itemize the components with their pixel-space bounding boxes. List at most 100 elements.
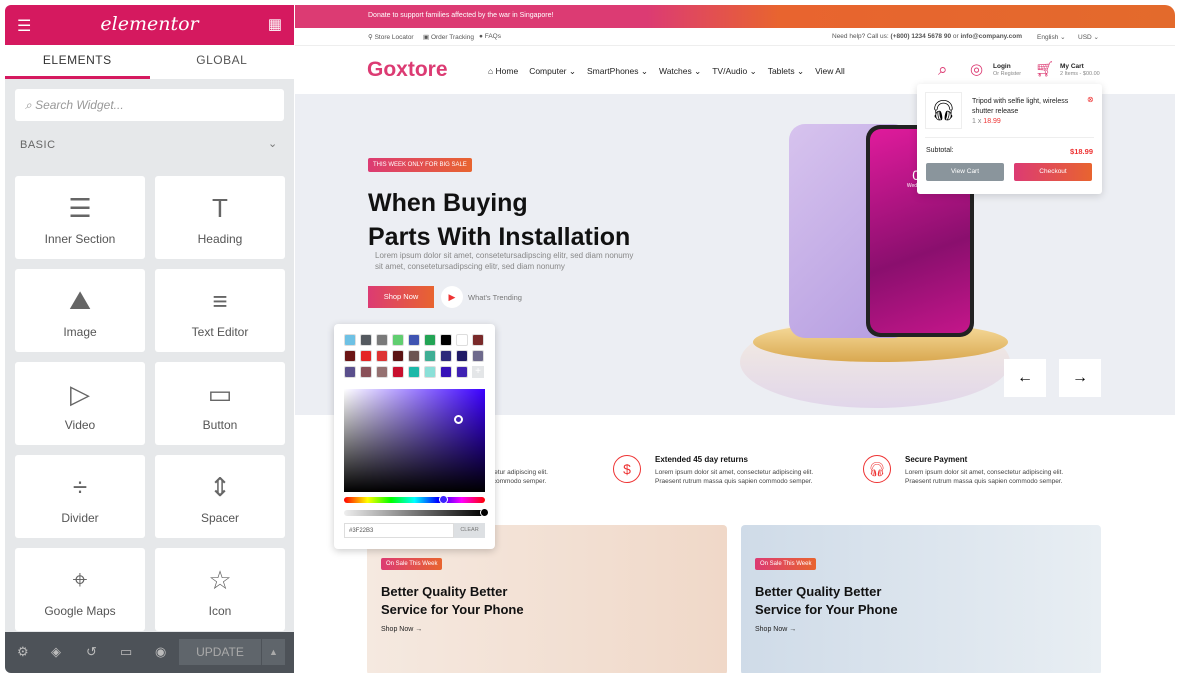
color-swatch[interactable] (392, 350, 404, 362)
store-locator-link[interactable]: ⚲ Store Locator (368, 33, 414, 41)
nav-item[interactable]: TV/Audio ⌄ (712, 66, 756, 77)
color-swatch[interactable] (360, 334, 372, 346)
color-swatch[interactable] (344, 334, 356, 346)
site-logo[interactable]: Goxtore (367, 58, 448, 82)
nav-item[interactable]: Tablets ⌄ (768, 66, 804, 77)
login-link[interactable]: Login (993, 63, 1011, 70)
promo-shop-link[interactable]: Shop Now → (381, 626, 422, 633)
next-arrow-button[interactable]: → (1059, 359, 1101, 397)
cart-title[interactable]: My Cart (1060, 63, 1084, 70)
color-swatch[interactable] (440, 350, 452, 362)
currency-select[interactable]: USD ⌄ (1078, 33, 1099, 41)
layers-icon[interactable]: ◈ (51, 644, 61, 660)
color-swatch[interactable] (456, 366, 468, 378)
headset-icon: 🎧︎ (863, 455, 891, 483)
color-swatch[interactable] (376, 350, 388, 362)
color-swatch[interactable] (408, 366, 420, 378)
cart-item-name[interactable]: Tripod with selfie light, wireless shutt… (972, 97, 1082, 116)
promo-title: Better Quality Better Service for Your Ph… (381, 584, 524, 617)
sale-badge: THIS WEEK ONLY FOR BIG SALE (368, 158, 472, 172)
color-swatch[interactable] (440, 334, 452, 346)
section-basic[interactable]: BASIC (20, 139, 56, 151)
hue-slider[interactable] (344, 495, 485, 504)
widget-button[interactable]: ▭ Button (155, 362, 285, 445)
widget-icon[interactable]: ☆ Icon (155, 548, 285, 631)
whats-trending-link[interactable]: What's Trending (468, 293, 522, 302)
promo-badge: On Sale This Week (755, 558, 817, 570)
color-swatch[interactable] (392, 366, 404, 378)
promo-card-2[interactable]: On Sale This Week Better Quality Better Se… (741, 525, 1101, 673)
cart-icon[interactable]: 🛒︎ (1035, 60, 1054, 78)
color-swatch[interactable] (424, 366, 436, 378)
widget-inner-section[interactable]: ☰ Inner Section (15, 176, 145, 259)
color-swatch[interactable] (424, 334, 436, 346)
panel-header: ☰ elementor ▦ (5, 5, 294, 45)
widget-video[interactable]: ▷ Video (15, 362, 145, 445)
faqs-link[interactable]: ● FAQs (479, 33, 501, 40)
chevron-down-icon[interactable]: ⌄ (268, 137, 277, 150)
settings-icon[interactable]: ⚙ (17, 644, 29, 660)
checkout-button[interactable]: Checkout (1014, 163, 1092, 181)
clear-button[interactable]: CLEAR (454, 523, 485, 538)
nav-item[interactable]: SmartPhones ⌄ (587, 66, 648, 77)
tab-global[interactable]: GLOBAL (150, 45, 295, 79)
saturation-area[interactable] (344, 389, 485, 492)
widget-label: Image (63, 325, 97, 339)
color-swatch[interactable] (408, 334, 420, 346)
user-icon[interactable]: ◎ (970, 60, 983, 78)
color-swatch[interactable] (424, 350, 436, 362)
heading-icon: T (212, 193, 228, 223)
grid-icon[interactable]: ▦ (268, 15, 282, 33)
color-swatch[interactable] (376, 366, 388, 378)
language-select[interactable]: English ⌄ (1037, 33, 1066, 41)
color-swatch[interactable] (472, 334, 484, 346)
update-options-caret[interactable]: ▲ (262, 639, 285, 665)
widget-label: Inner Section (44, 232, 116, 246)
color-swatch[interactable] (360, 350, 372, 362)
widget-heading[interactable]: T Heading (155, 176, 285, 259)
nav-item[interactable]: Watches ⌄ (659, 66, 701, 77)
update-button[interactable]: UPDATE (179, 639, 261, 665)
color-swatch[interactable] (456, 334, 468, 346)
preview-eye-icon[interactable]: ◉ (155, 644, 166, 660)
color-swatch[interactable] (408, 350, 420, 362)
color-swatch[interactable] (392, 334, 404, 346)
color-cursor[interactable] (454, 415, 463, 424)
color-swatch[interactable] (472, 350, 484, 362)
shop-now-button[interactable]: Shop Now (368, 286, 434, 308)
order-tracking-link[interactable]: ▣ Order Tracking (423, 33, 474, 41)
nav-item[interactable]: ⌂ Home (488, 66, 518, 77)
nav-item[interactable]: View All (815, 66, 845, 77)
responsive-icon[interactable]: ▭ (120, 644, 132, 660)
color-swatch[interactable] (344, 350, 356, 362)
widget-spacer[interactable]: ⇕ Spacer (155, 455, 285, 538)
search-widget-input[interactable]: ⌕ Search Widget... (15, 89, 284, 121)
widget-text-editor[interactable]: ≡ Text Editor (155, 269, 285, 352)
promo-shop-link[interactable]: Shop Now → (755, 626, 796, 633)
color-swatch[interactable] (344, 366, 356, 378)
add-color-icon[interactable]: + (472, 366, 484, 378)
remove-item-icon[interactable]: ⊗ (1087, 95, 1094, 104)
opacity-slider[interactable] (344, 508, 489, 517)
elementor-panel: ☰ elementor ▦ ELEMENTS GLOBAL ⌕ Search W… (5, 5, 294, 673)
tab-elements[interactable]: ELEMENTS (5, 45, 150, 79)
register-link[interactable]: Or Register (993, 71, 1021, 77)
widget-image[interactable]: ⛰ Image (15, 269, 145, 352)
color-swatch[interactable] (376, 334, 388, 346)
search-icon[interactable]: ⌕ (938, 60, 948, 80)
widget-label: Icon (208, 604, 232, 618)
spacer-icon: ⇕ (209, 472, 231, 502)
prev-arrow-button[interactable]: ← (1004, 359, 1046, 397)
widget-google-maps[interactable]: ⌖ Google Maps (15, 548, 145, 631)
color-swatch[interactable] (440, 366, 452, 378)
view-cart-button[interactable]: View Cart (926, 163, 1004, 181)
hex-input[interactable]: #3F22B3 (344, 523, 454, 538)
subtotal-label: Subtotal: (926, 147, 954, 154)
nav-item[interactable]: Computer ⌄ (529, 66, 576, 77)
color-swatch[interactable] (360, 366, 372, 378)
widget-label: Video (64, 418, 96, 432)
widget-divider[interactable]: ÷ Divider (15, 455, 145, 538)
color-swatch[interactable] (456, 350, 468, 362)
history-icon[interactable]: ↺ (86, 644, 97, 660)
play-icon[interactable]: ▶ (441, 286, 463, 308)
